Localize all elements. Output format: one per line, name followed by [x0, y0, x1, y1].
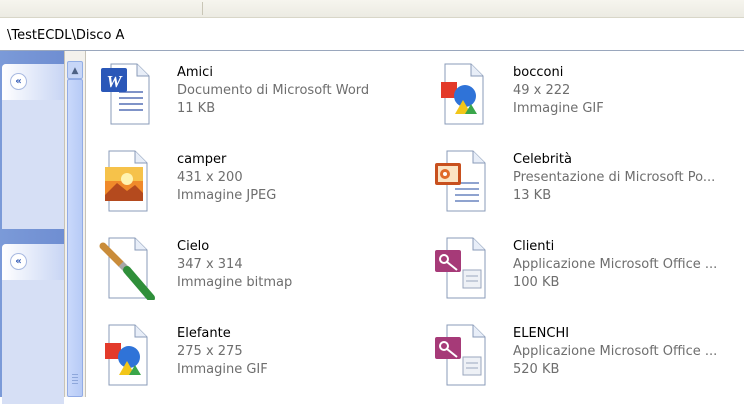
- file-item[interactable]: ELENCHI Applicazione Microsoft Office ..…: [433, 323, 744, 403]
- thumb-grip: [72, 380, 78, 381]
- file-name: Celebrità: [513, 152, 572, 167]
- file-name: bocconi: [513, 65, 564, 80]
- thumb-grip: [72, 377, 78, 378]
- task-panel-header[interactable]: «: [2, 244, 64, 280]
- thumb-grip: [72, 383, 78, 384]
- access-database-icon: [435, 324, 486, 386]
- file-type: Presentazione di Microsoft Po...: [513, 170, 716, 185]
- thumb-grip: [72, 374, 78, 375]
- task-panel-1: «: [2, 64, 64, 229]
- file-size: 11 KB: [177, 101, 216, 116]
- task-panel-body: [2, 280, 64, 404]
- image-dimensions: 431 x 200: [177, 170, 243, 185]
- file-name: Amici: [177, 65, 213, 80]
- file-item[interactable]: Cielo 347 x 314 Immagine bitmap: [97, 236, 417, 316]
- svg-text:W: W: [106, 72, 123, 91]
- file-type: Documento di Microsoft Word: [177, 83, 370, 98]
- file-type: Applicazione Microsoft Office ...: [513, 344, 718, 359]
- file-type: Immagine JPEG: [177, 188, 277, 203]
- file-item[interactable]: camper 431 x 200 Immagine JPEG: [97, 149, 417, 229]
- file-type: Immagine bitmap: [177, 275, 293, 290]
- gif-image-icon: [105, 324, 148, 386]
- file-item[interactable]: Elefante 275 x 275 Immagine GIF: [97, 323, 417, 403]
- access-database-icon: [435, 237, 486, 299]
- file-item[interactable]: W Amici Documento di Microsoft Word 11 K…: [97, 62, 417, 142]
- file-name: Clienti: [513, 239, 555, 254]
- image-dimensions: 347 x 314: [177, 257, 243, 272]
- vertical-scrollbar[interactable]: ▲: [64, 51, 86, 397]
- file-size: 520 KB: [513, 362, 560, 377]
- word-document-icon: W: [101, 63, 150, 125]
- file-type: Immagine GIF: [513, 101, 604, 116]
- file-name: ELENCHI: [513, 326, 570, 341]
- task-panel-header[interactable]: «: [2, 64, 64, 100]
- file-name: Cielo: [177, 239, 210, 254]
- jpeg-image-icon: [105, 150, 148, 212]
- file-item[interactable]: Celebrità Presentazione di Microsoft Po.…: [433, 149, 744, 229]
- address-bar[interactable]: \TestECDL\Disco A: [0, 18, 744, 51]
- toolbar-separator: [202, 2, 203, 15]
- file-type: Immagine GIF: [177, 362, 268, 377]
- powerpoint-document-icon: [435, 150, 486, 212]
- file-name: Elefante: [177, 326, 231, 341]
- task-panel-body: [2, 100, 64, 229]
- collapse-chevron-icon[interactable]: «: [10, 253, 27, 270]
- file-size: 13 KB: [513, 188, 552, 203]
- task-pane: « «: [0, 51, 64, 404]
- image-dimensions: 275 x 275: [177, 344, 243, 359]
- file-item[interactable]: Clienti Applicazione Microsoft Office ..…: [433, 236, 744, 316]
- file-size: 100 KB: [513, 275, 560, 290]
- scroll-up-arrow-icon[interactable]: ▲: [67, 61, 83, 79]
- image-dimensions: 49 x 222: [513, 83, 571, 98]
- file-item[interactable]: bocconi 49 x 222 Immagine GIF: [433, 62, 744, 142]
- toolbar-strip: [0, 0, 744, 18]
- collapse-chevron-icon[interactable]: «: [10, 73, 27, 90]
- task-panel-2: «: [2, 244, 64, 404]
- file-name: camper: [177, 152, 227, 167]
- scroll-thumb[interactable]: [67, 79, 83, 397]
- bitmap-paintbrush-icon: [99, 237, 155, 300]
- address-path[interactable]: \TestECDL\Disco A: [7, 28, 124, 43]
- file-type: Applicazione Microsoft Office ...: [513, 257, 718, 272]
- gif-image-icon: [441, 63, 484, 125]
